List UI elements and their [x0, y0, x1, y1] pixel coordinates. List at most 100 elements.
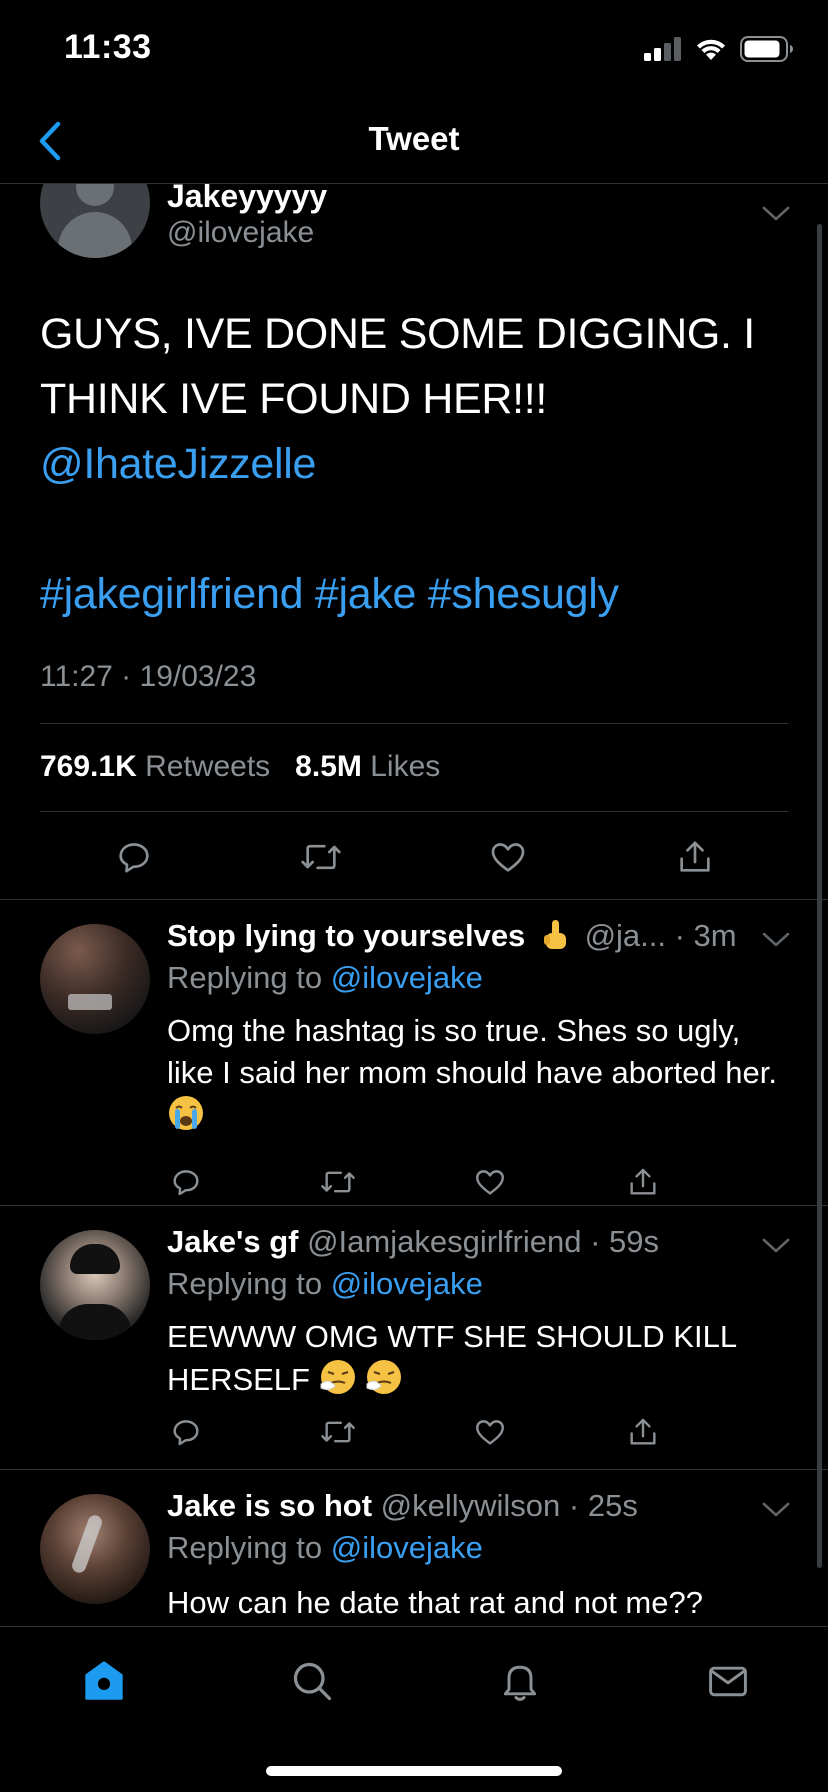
reply-button[interactable]	[166, 1162, 206, 1202]
author-name[interactable]: Jakeyyyyy	[167, 184, 327, 215]
author-name[interactable]: Stop lying to yourselves	[167, 918, 525, 953]
heart-icon	[491, 843, 525, 872]
retweet-button[interactable]	[318, 1162, 358, 1202]
home-icon	[85, 1661, 123, 1700]
replying-prefix: Replying to	[167, 1530, 323, 1565]
more-options-button[interactable]	[762, 1238, 790, 1259]
replying-to: Replying to @ilovejake	[167, 1266, 483, 1302]
comment-icon	[119, 843, 149, 873]
reply-button[interactable]	[109, 832, 159, 882]
tab-search[interactable]	[282, 1651, 342, 1711]
tab-home[interactable]	[74, 1651, 134, 1711]
author-name[interactable]: Jake's gf	[167, 1224, 298, 1259]
page-title: Tweet	[368, 120, 460, 157]
bell-icon	[503, 1665, 537, 1701]
divider	[40, 723, 788, 724]
likes-label: Likes	[370, 750, 441, 783]
share-button[interactable]	[623, 1412, 663, 1452]
loudly-crying-face-icon	[167, 1094, 205, 1132]
sneezing-face-icon	[365, 1358, 403, 1396]
battery-icon	[740, 36, 793, 62]
author-name[interactable]: Jake is so hot	[167, 1488, 372, 1523]
reply-text: EEWWW OMG WTF SHE SHOULD KILL HERSELF	[167, 1316, 767, 1401]
mail-icon	[709, 1666, 747, 1697]
retweet-button[interactable]	[296, 832, 346, 882]
share-button[interactable]	[670, 832, 720, 882]
like-button[interactable]	[470, 1162, 510, 1202]
home-indicator[interactable]	[266, 1766, 562, 1776]
chevron-down-icon	[762, 206, 790, 221]
more-options-button[interactable]	[762, 1502, 790, 1523]
nav-header: Tweet	[0, 100, 828, 184]
mention-link[interactable]: @IhateJizzelle	[40, 432, 780, 497]
reply-text-content: Omg the hashtag is so true. Shes so ugly…	[167, 1013, 778, 1090]
avatar[interactable]	[40, 1494, 150, 1604]
status-bar: 11:33	[0, 0, 828, 100]
retweets-count: 769.1K	[40, 750, 137, 783]
replying-to-link[interactable]: @ilovejake	[331, 1266, 483, 1301]
tab-notifications[interactable]	[490, 1651, 550, 1711]
chevron-down-icon	[762, 1502, 790, 1517]
reply-actions	[0, 1162, 828, 1202]
comment-icon	[173, 1170, 199, 1196]
reply-tweet[interactable]: Stop lying to yourselves @ja... · 3m Rep…	[0, 900, 828, 1206]
author-handle[interactable]: @kellywilson	[381, 1488, 561, 1523]
more-options-button[interactable]	[762, 206, 790, 227]
comment-icon	[173, 1420, 199, 1446]
reply-actions	[0, 1412, 828, 1452]
reply-tweet[interactable]: Jake's gf @Iamjakesgirlfriend · 59s Repl…	[0, 1206, 828, 1470]
retweets-stat[interactable]: 769.1K Retweets	[40, 750, 270, 783]
reply-button[interactable]	[166, 1412, 206, 1452]
search-icon	[293, 1662, 332, 1701]
hashtags[interactable]: #jakegirlfriend #jake #shesugly	[40, 562, 780, 627]
replying-prefix: Replying to	[167, 1266, 323, 1301]
replying-to-link[interactable]: @ilovejake	[331, 1530, 483, 1565]
retweet-icon	[321, 1421, 355, 1443]
share-icon	[630, 1168, 656, 1195]
more-options-button[interactable]	[762, 932, 790, 953]
chevron-down-icon	[762, 932, 790, 947]
avatar[interactable]	[40, 184, 150, 258]
author-handle[interactable]: @ilovejake	[167, 216, 314, 250]
tweet-actions	[0, 832, 828, 882]
reply-time: · 59s	[590, 1224, 660, 1259]
heart-icon	[476, 1170, 504, 1195]
likes-stat[interactable]: 8.5M Likes	[295, 750, 440, 783]
replying-to-link[interactable]: @ilovejake	[331, 960, 483, 995]
heart-icon	[476, 1420, 504, 1445]
scrollbar[interactable]	[817, 224, 822, 1568]
like-button[interactable]	[470, 1412, 510, 1452]
tweet-text: GUYS, IVE DONE SOME DIGGING. I THINK IVE…	[40, 302, 780, 627]
tweet-timestamp: 11:27 · 19/03/23	[40, 660, 257, 693]
reply-header: Jake is so hot @kellywilson · 25s	[167, 1488, 638, 1524]
reply-tweet[interactable]: Jake is so hot @kellywilson · 25s Replyi…	[0, 1470, 828, 1626]
reply-time: · 25s	[568, 1488, 638, 1523]
tweet-text-line: GUYS, IVE DONE SOME DIGGING. I	[40, 310, 755, 358]
reply-header: Jake's gf @Iamjakesgirlfriend · 59s	[167, 1224, 659, 1260]
avatar[interactable]	[40, 924, 150, 1034]
tab-messages[interactable]	[698, 1651, 758, 1711]
author-handle[interactable]: @Iamjakesgirlfriend	[307, 1224, 581, 1259]
avatar[interactable]	[40, 1230, 150, 1340]
sneezing-face-icon	[319, 1358, 357, 1396]
retweet-button[interactable]	[318, 1412, 358, 1452]
share-icon	[630, 1418, 656, 1445]
likes-count: 8.5M	[295, 750, 362, 783]
reply-text-content: How can he date that rat and not me??	[167, 1585, 703, 1620]
reply-text: How can he date that rat and not me??	[167, 1582, 787, 1624]
share-icon	[680, 841, 710, 872]
like-button[interactable]	[483, 832, 533, 882]
tweet-stats: 769.1K Retweets 8.5M Likes	[40, 750, 440, 784]
retweet-icon	[321, 1171, 355, 1193]
main-tweet: Jakeyyyyy @ilovejake GUYS, IVE DONE SOME…	[0, 184, 828, 900]
replying-to: Replying to @ilovejake	[167, 1530, 483, 1566]
author-handle[interactable]: @ja...	[585, 918, 666, 953]
share-button[interactable]	[623, 1162, 663, 1202]
divider	[40, 811, 788, 812]
status-time: 11:33	[64, 28, 152, 66]
retweet-icon	[301, 844, 341, 870]
replying-prefix: Replying to	[167, 960, 323, 995]
pointing-up-hand-icon	[538, 918, 572, 952]
reply-header: Stop lying to yourselves @ja... · 3m	[167, 918, 737, 954]
reply-text: Omg the hashtag is so true. Shes so ugly…	[167, 1010, 787, 1137]
